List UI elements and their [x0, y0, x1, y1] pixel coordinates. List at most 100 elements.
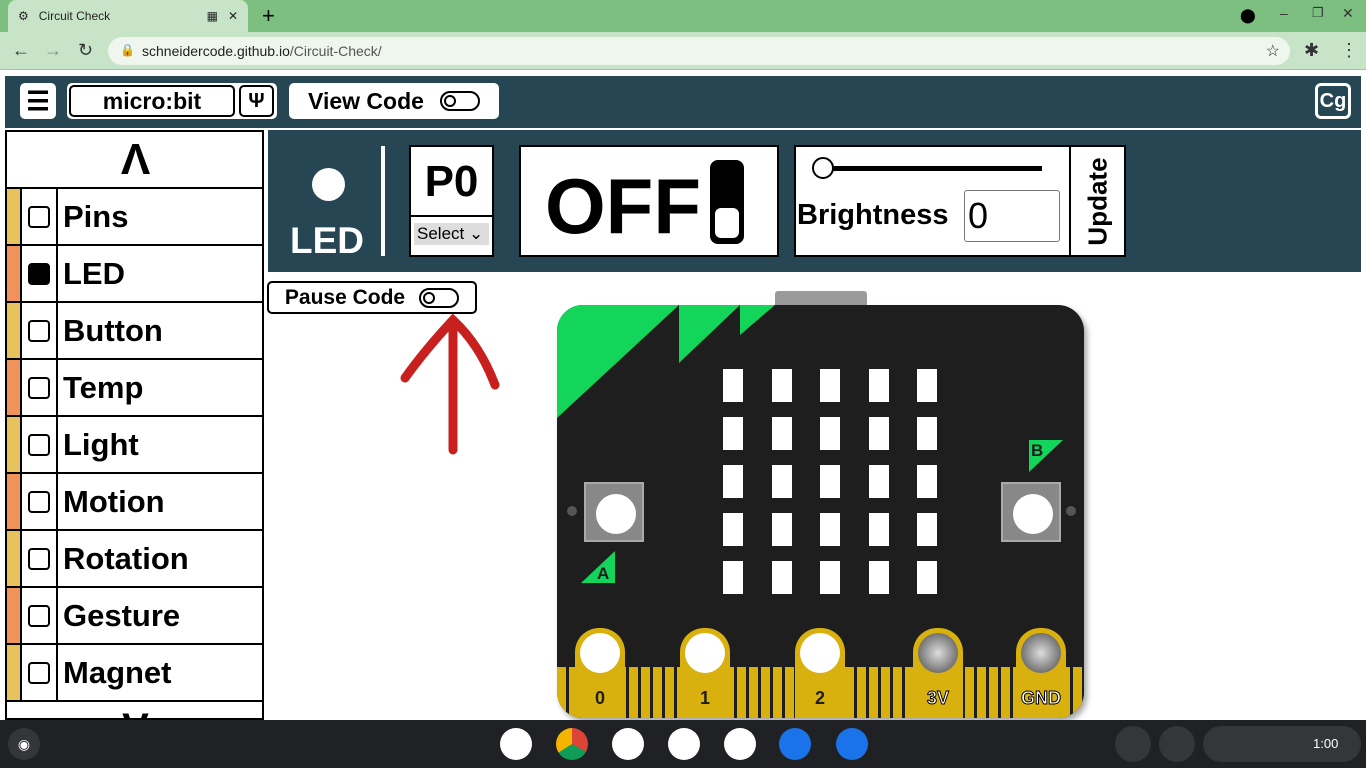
sidebar-item-label: Gesture [63, 597, 181, 633]
usb-connect-button[interactable]: Ψ [239, 85, 274, 117]
led-matrix-cell [868, 369, 889, 402]
extensions-icon[interactable]: ✱ [1304, 40, 1319, 61]
led-matrix-cell [917, 369, 937, 402]
button-a[interactable] [584, 482, 644, 542]
board-logo-stripes [557, 305, 775, 418]
sidebar-item-label: Button [63, 312, 163, 348]
category-strip [7, 417, 22, 472]
close-tab-icon[interactable]: ✕ [228, 9, 238, 23]
sidebar-item-rotation[interactable]: Rotation [7, 531, 262, 588]
toggle-switch[interactable] [419, 287, 460, 308]
play-store-icon[interactable] [724, 728, 756, 760]
usb-icon: Ψ [248, 89, 265, 112]
checkbox[interactable] [28, 490, 50, 513]
sidebar-item-magnet[interactable]: Magnet [7, 645, 262, 702]
restore-icon[interactable]: ❐ [1312, 5, 1324, 21]
state-label: OFF [545, 162, 701, 250]
brightness-slider[interactable] [822, 166, 1042, 171]
tab-menu-icon[interactable]: ⬤ [1240, 7, 1256, 24]
brightness-label: Brightness [797, 199, 949, 231]
state-switch[interactable] [710, 160, 744, 244]
sidebar-item-label: Pins [63, 198, 129, 234]
back-icon[interactable]: ← [12, 40, 30, 61]
device-selector[interactable]: micro:bit [69, 85, 235, 117]
chip-icon[interactable]: Cg [1315, 83, 1351, 119]
checkbox[interactable] [28, 262, 50, 285]
brightness-input[interactable]: 0 [964, 190, 1060, 242]
files-icon[interactable] [836, 728, 868, 760]
checkbox[interactable] [28, 376, 50, 399]
clock: 1:00 [1313, 736, 1339, 751]
forward-icon[interactable]: → [44, 40, 62, 61]
messages-icon[interactable] [779, 728, 811, 760]
checkbox[interactable] [28, 661, 50, 684]
new-tab-button[interactable]: + [262, 3, 275, 29]
chrome-icon[interactable] [556, 728, 588, 760]
launcher-icon[interactable]: ◉ [8, 728, 40, 760]
update-label: Update [1083, 156, 1113, 246]
button-a-label: A [597, 564, 610, 583]
checkbox[interactable] [28, 547, 50, 570]
menu-button[interactable]: ☰ [20, 83, 56, 119]
close-window-icon[interactable]: ✕ [1342, 5, 1354, 22]
url-host: schneidercode.github.io [142, 43, 290, 59]
led-matrix-cell [868, 417, 889, 450]
tab-search-icon[interactable]: ▦ [207, 9, 218, 23]
sidebar-item-temp[interactable]: Temp [7, 360, 262, 417]
toggle-switch[interactable] [439, 91, 480, 111]
slider-thumb[interactable] [812, 157, 834, 179]
checkbox[interactable] [28, 319, 50, 342]
reload-icon[interactable]: ↻ [78, 40, 93, 61]
led-matrix-cell [771, 513, 792, 546]
pin-2[interactable]: 2 [795, 628, 845, 718]
led-matrix-cell [820, 417, 840, 450]
sidebar-item-led[interactable]: LED [7, 246, 262, 303]
scroll-down-button[interactable]: V [7, 702, 262, 718]
more-menu-icon[interactable]: ⋮ [1340, 40, 1358, 61]
category-strip [7, 588, 22, 643]
led-matrix-cell [723, 561, 743, 594]
button-b[interactable] [1001, 482, 1061, 542]
divider [381, 146, 385, 256]
youtube-icon[interactable] [668, 728, 700, 760]
checkbox[interactable] [28, 205, 50, 228]
pin-1[interactable]: 1 [680, 628, 730, 718]
view-code-toggle[interactable]: View Code [289, 83, 499, 119]
checkbox[interactable] [28, 604, 50, 627]
sidebar-item-button[interactable]: Button [7, 303, 262, 360]
category-strip [7, 246, 22, 301]
screen-capture-icon[interactable] [1115, 726, 1151, 762]
app-header: ☰ micro:bit Ψ View Code Cg [5, 76, 1361, 128]
scroll-up-button[interactable]: Λ [7, 132, 262, 189]
pin-label: 0 [594, 688, 605, 708]
checkbox[interactable] [28, 433, 50, 456]
url-input[interactable]: 🔒 schneidercode.github.io/Circuit-Check/… [108, 37, 1290, 65]
docs-icon[interactable] [612, 728, 644, 760]
minimize-icon[interactable]: – [1280, 5, 1288, 21]
pin-0[interactable]: 0 [575, 628, 625, 718]
pin-3v[interactable]: 3V [913, 628, 963, 718]
button-b-label: B [1031, 441, 1044, 460]
led-state-box: OFF [519, 145, 779, 257]
annotation-arrow [400, 313, 500, 455]
led-matrix-cell [917, 513, 937, 546]
sidebar-item-label: Temp [63, 369, 144, 405]
tab-title: Circuit Check [38, 9, 111, 23]
gmail-icon[interactable] [500, 728, 532, 760]
sidebar-item-light[interactable]: Light [7, 417, 262, 474]
phone-hub-icon[interactable] [1159, 726, 1195, 762]
pin-select[interactable]: Select ⌄ [414, 223, 489, 245]
status-tray[interactable]: 1:00 [1203, 726, 1361, 762]
brightness-box: Brightness 0 Update [794, 145, 1126, 257]
browser-tab[interactable]: ⚙ Circuit Check ▦ ✕ [8, 0, 248, 32]
pin-label: GND [1021, 688, 1062, 709]
sidebar-item-pins[interactable]: Pins [7, 189, 262, 246]
sidebar-item-gesture[interactable]: Gesture [7, 588, 262, 645]
pin-gnd[interactable]: GND [1016, 628, 1066, 718]
sidebar-item-label: LED [63, 255, 125, 291]
update-button[interactable]: Update [1069, 145, 1126, 257]
pin-label: 3V [926, 688, 950, 709]
bookmark-star-icon[interactable]: ☆ [1266, 41, 1280, 61]
sidebar-item-motion[interactable]: Motion [7, 474, 262, 531]
led-matrix-cell [820, 369, 840, 402]
